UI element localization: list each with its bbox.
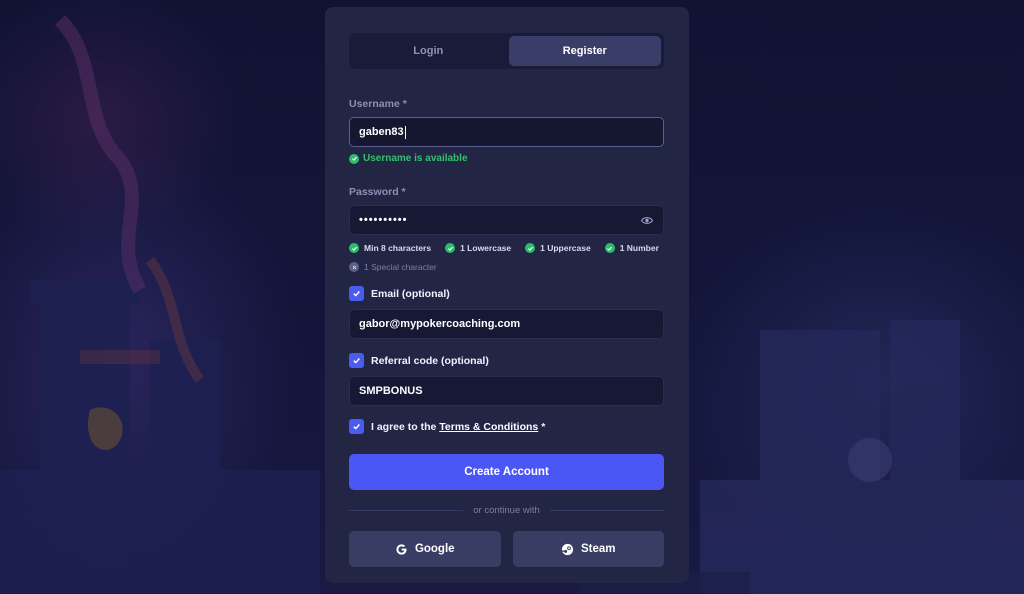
username-status-text: Username is available [363, 153, 468, 164]
check-circle-icon [445, 243, 456, 253]
requirement-item: 1 Number [604, 243, 659, 253]
terms-row: I agree to the Terms & Conditions * [349, 419, 664, 434]
google-button[interactable]: Google [349, 531, 501, 567]
email-value: gabor@mypokercoaching.com [359, 318, 521, 330]
steam-icon [561, 543, 574, 555]
auth-tabs: Login Register [349, 33, 664, 69]
referral-optional-row: Referral code (optional) [349, 353, 664, 368]
check-circle-icon [604, 243, 615, 253]
username-status: Username is available [349, 153, 664, 164]
register-card: Login Register Username * gaben83 Userna… [325, 7, 689, 583]
requirement-item: Min 8 characters [349, 243, 431, 253]
divider-text: or continue with [473, 505, 540, 516]
requirement-text: 1 Lowercase [460, 243, 512, 253]
social-login-buttons: Google Steam [349, 531, 664, 567]
terms-text: I agree to the Terms & Conditions * [371, 421, 545, 433]
google-icon [396, 543, 407, 555]
requirement-text: 1 Special character [364, 262, 437, 272]
divider-line [549, 510, 665, 511]
email-input[interactable]: gabor@mypokercoaching.com [349, 309, 664, 339]
requirement-item: 1 Uppercase [525, 243, 591, 253]
requirement-item: 1 Lowercase [445, 243, 511, 253]
terms-prefix: I agree to the [371, 420, 437, 433]
text-caret [404, 125, 406, 139]
requirement-text: 1 Uppercase [540, 243, 591, 253]
email-label: Email (optional) [371, 287, 450, 300]
username-label: Username * [349, 98, 407, 110]
username-value: gaben83 [359, 126, 404, 138]
tab-register[interactable]: Register [508, 36, 661, 66]
password-label: Password * [349, 186, 406, 198]
referral-input[interactable]: SMPBONUS [349, 376, 664, 406]
password-requirements: Min 8 characters 1 Lowercase 1 Uppercase… [349, 243, 664, 253]
password-input[interactable]: •••••••••• [349, 205, 664, 235]
referral-checkbox[interactable] [349, 353, 364, 368]
x-circle-icon [349, 262, 359, 272]
steam-button[interactable]: Steam [512, 531, 664, 567]
terms-checkbox[interactable] [349, 419, 364, 434]
requirement-text: Min 8 characters [364, 243, 432, 253]
terms-required-mark: * [541, 420, 546, 433]
email-optional-row: Email (optional) [349, 286, 664, 301]
referral-value: SMPBONUS [359, 385, 423, 397]
referral-label: Referral code (optional) [371, 354, 489, 367]
username-input[interactable]: gaben83 [349, 117, 664, 147]
steam-label: Steam [580, 543, 616, 555]
check-circle-icon [349, 153, 359, 164]
requirement-item-unmet: 1 Special character [349, 262, 664, 272]
terms-link[interactable]: Terms & Conditions [439, 421, 538, 433]
email-checkbox[interactable] [349, 286, 364, 301]
check-circle-icon [349, 243, 359, 253]
google-label: Google [414, 543, 455, 555]
continue-divider: or continue with [349, 505, 665, 516]
eye-icon[interactable] [640, 213, 654, 227]
requirement-text: 1 Number [619, 243, 659, 253]
create-account-button[interactable]: Create Account [349, 454, 664, 490]
divider-line [349, 510, 464, 511]
check-circle-icon [525, 243, 536, 253]
password-masked-value: •••••••••• [359, 214, 408, 226]
tab-login[interactable]: Login [352, 36, 505, 66]
